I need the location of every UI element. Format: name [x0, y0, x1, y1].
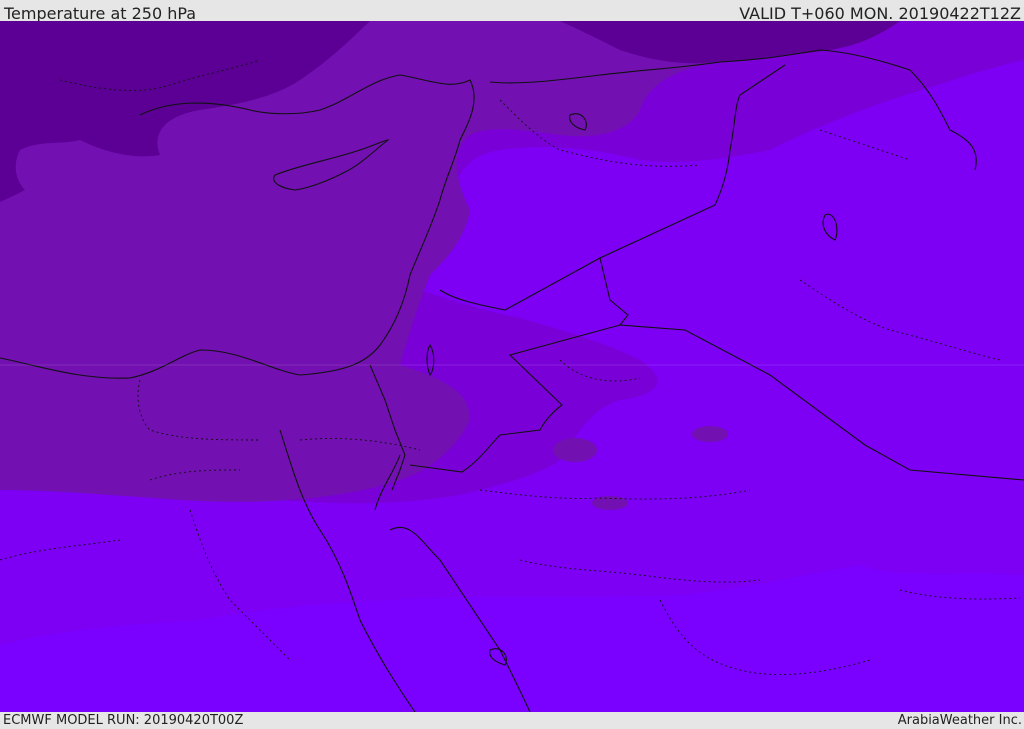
- footer-bar: ECMWF MODEL RUN: 20190420T00Z ArabiaWeat…: [0, 712, 1024, 729]
- credit: ArabiaWeather Inc.: [897, 713, 1022, 728]
- header-bar: Temperature at 250 hPa VALID T+060 MON. …: [0, 0, 1024, 23]
- temp-patch: [553, 438, 597, 462]
- model-run: ECMWF MODEL RUN: 20190420T00Z: [3, 713, 244, 728]
- temp-patch: [692, 426, 728, 442]
- temperature-map[interactable]: [0, 21, 1024, 712]
